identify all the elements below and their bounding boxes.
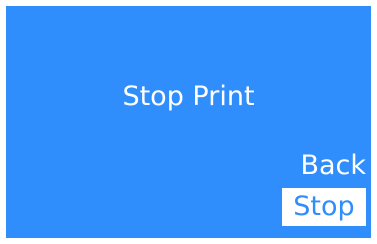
stop-button[interactable]: Stop	[282, 188, 366, 226]
stop-print-screen: Stop Print Back Stop	[6, 6, 371, 238]
back-button[interactable]: Back	[286, 148, 366, 184]
page-title: Stop Print	[122, 81, 255, 112]
